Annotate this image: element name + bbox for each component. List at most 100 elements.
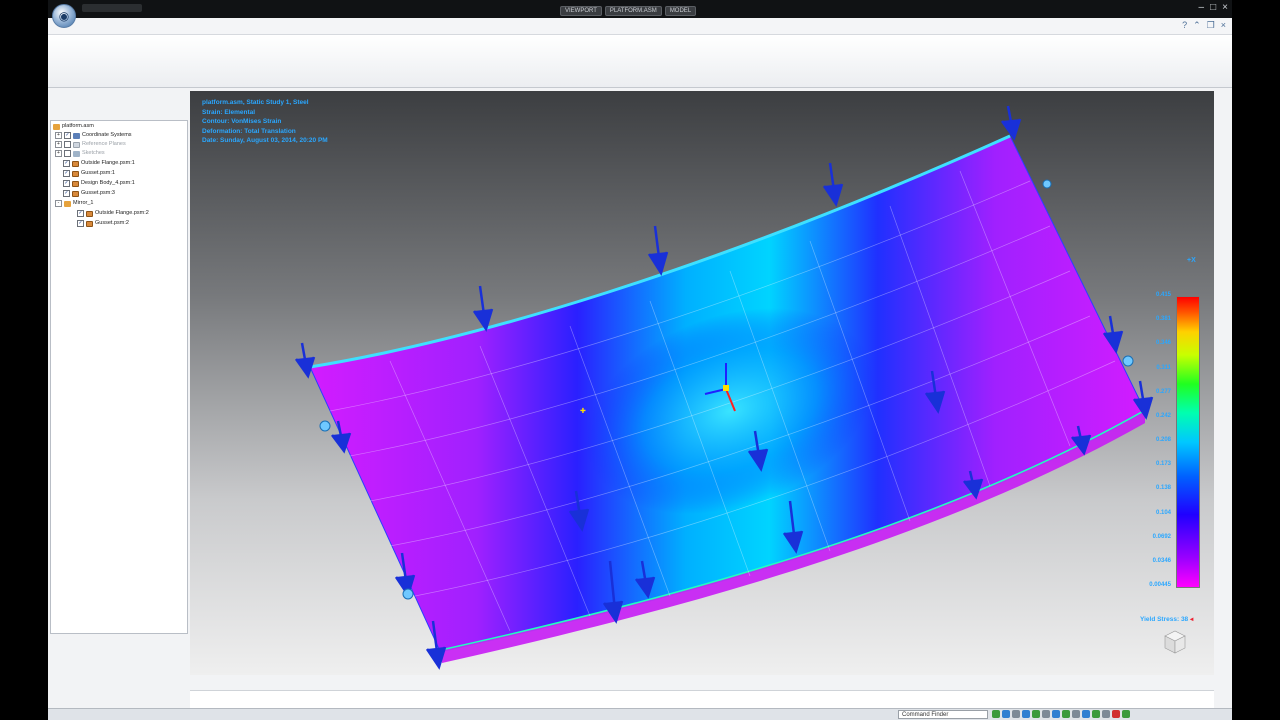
visibility-checkbox[interactable]: ✓ [77,210,84,217]
ribbon-tab-bar: ? ⌃ ❐ × [48,18,1232,35]
title-tab-3: MODEL [664,6,697,16]
tree-item-label: Gusset.psm:3 [81,190,115,196]
expand-icon[interactable]: + [55,141,62,148]
study-info-line: Contour: VonMises Strain [202,118,282,125]
part-icon [86,210,93,217]
tree-item-gusset-1[interactable]: ✓ Gusset.psm:1 [63,169,115,178]
tree-item-design-body[interactable]: ✓ Design Body_4.psm:1 [63,179,135,188]
part-icon [72,170,79,177]
view-tool-icon[interactable] [1022,710,1030,718]
visibility-checkbox[interactable]: ✓ [77,220,84,227]
legend-value: 0.381 [1155,316,1171,323]
tree-item-outside-flange-2[interactable]: ✓ Outside Flange.psm:2 [77,209,149,218]
fea-model-view[interactable]: ✚ [190,91,1214,675]
visibility-checkbox[interactable] [64,141,71,148]
expand-icon[interactable]: + [55,132,62,139]
minimize-ribbon-icon[interactable]: ⌃ [1193,20,1201,31]
tree-item-sketches[interactable]: + Sketches [55,149,105,158]
view-tool-icon[interactable] [992,710,1000,718]
study-info-overlay: platform.asm, Static Study 1, Steel Stra… [202,98,328,146]
study-info-line: Strain: Elemental [202,108,256,116]
view-tool-icon[interactable] [1112,710,1120,718]
view-tool-icon[interactable] [1102,710,1110,718]
origin-marker: ✚ [580,407,586,415]
collapse-icon[interactable]: - [55,200,62,207]
orientation-label: +X [1187,257,1196,264]
legend-value: 0.00445 [1149,582,1171,588]
tree-item-gusset-2[interactable]: ✓ Gusset.psm:2 [77,219,129,228]
assembly-icon [64,200,71,207]
view-tool-icon[interactable] [1092,710,1100,718]
coordinate-system-icon [73,132,80,139]
sketch-icon [73,150,80,157]
view-tool-icon[interactable] [1042,710,1050,718]
view-tool-icon[interactable] [1062,710,1070,718]
tree-item-label: Gusset.psm:2 [95,220,129,226]
close-button[interactable]: × [1222,2,1228,13]
maximize-button[interactable]: □ [1210,2,1216,13]
tree-item-label: Sketches [82,150,105,156]
visibility-checkbox[interactable]: ✓ [64,132,71,139]
color-legend-bar [1176,296,1200,588]
view-tool-icon[interactable] [1082,710,1090,718]
tree-item-label: Mirror_1 [73,200,94,206]
visibility-checkbox[interactable]: ✓ [63,160,70,167]
tree-item-coordinate-systems[interactable]: + ✓ Coordinate Systems [55,131,132,140]
yield-stress-text: Yield Stress: 38 [1140,616,1189,623]
application-button[interactable]: ◉ [52,4,76,28]
part-icon [86,220,93,227]
legend-value: 0.415 [1155,292,1171,298]
view-tool-icon[interactable] [1122,710,1130,718]
tree-item-label: Coordinate Systems [82,132,132,138]
tree-item-reference-planes[interactable]: + Reference Planes [55,140,126,149]
help-icon[interactable]: ? [1182,20,1187,31]
restore-icon[interactable]: ❐ [1207,20,1215,31]
close-document-icon[interactable]: × [1221,20,1226,31]
graphics-viewport[interactable]: ✚ platform.asm, Static Study 1, Steel St… [190,91,1214,675]
visibility-checkbox[interactable]: ✓ [63,180,70,187]
tree-item-label: Design Body_4.psm:1 [81,180,135,186]
view-tool-icon[interactable] [1072,710,1080,718]
visibility-checkbox[interactable]: ✓ [63,190,70,197]
yield-stress-label: Yield Stress: 38 ◂ [1140,615,1193,623]
study-info-line: Deformation: Total Translation [202,127,296,135]
legend-value: 0.173 [1155,461,1171,468]
prompt-bar [190,690,1214,709]
tree-item-label: Outside Flange.psm:2 [95,210,149,216]
part-icon [72,190,79,197]
ribbon [48,35,1232,88]
visibility-checkbox[interactable]: ✓ [63,170,70,177]
view-tool-icon[interactable] [1032,710,1040,718]
visibility-checkbox[interactable] [64,150,71,157]
title-tab-2: PLATFORM.ASM [604,6,662,16]
legend-value: 0.104 [1155,509,1171,516]
tree-item-outside-flange-1[interactable]: ✓ Outside Flange.psm:1 [63,159,135,168]
legend-value: 0.277 [1155,388,1171,395]
study-info-line: platform.asm, Static Study 1, Steel [202,99,309,106]
title-tab-1: VIEWPORT [560,6,602,16]
tree-item-label: Outside Flange.psm:1 [81,160,135,166]
minimize-button[interactable]: – [1199,2,1205,13]
part-icon [72,180,79,187]
view-tool-icon[interactable] [1052,710,1060,718]
tree-item-gusset-3[interactable]: ✓ Gusset.psm:3 [63,189,115,198]
expand-icon[interactable]: + [55,150,62,157]
view-tools [992,710,1130,718]
tree-root[interactable]: platform.asm [53,122,94,131]
assembly-icon [53,123,60,130]
view-tool-icon[interactable] [1002,710,1010,718]
legend-value: 0.208 [1155,437,1171,443]
view-cube[interactable] [1160,626,1190,656]
view-tool-icon[interactable] [1012,710,1020,718]
tree-root-label: platform.asm [62,123,94,129]
title-bar: VIEWPORT PLATFORM.ASM MODEL – □ × [48,0,1232,18]
status-bar: Command Finder [48,708,1232,720]
command-finder-input[interactable]: Command Finder [898,710,988,719]
tree-item-mirror[interactable]: - Mirror_1 [55,199,93,208]
tree-item-label: Gusset.psm:1 [81,170,115,176]
window-controls: – □ × [1199,2,1228,13]
study-info-line: Date: Sunday, August 03, 2014, 20:20 PM [202,137,328,144]
tree-item-label: Reference Planes [82,141,126,147]
quick-access-toolbar[interactable] [82,4,142,12]
legend-value: 0.0692 [1152,533,1171,540]
